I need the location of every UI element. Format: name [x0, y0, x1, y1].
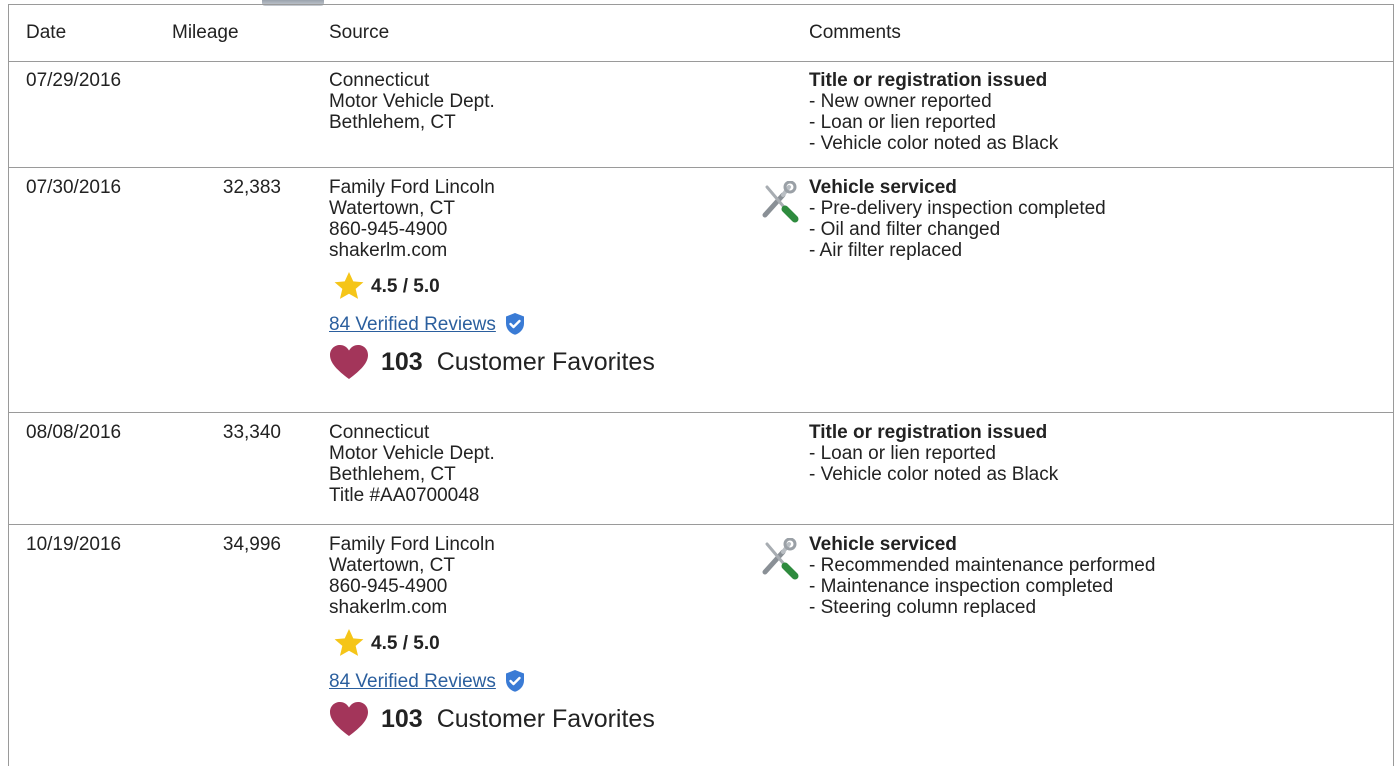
header-date: Date — [26, 22, 67, 43]
source-line: Family Ford Lincoln — [329, 534, 495, 555]
comment-line: - Vehicle color noted as Black — [809, 133, 1059, 154]
record-comments: Title or registration issued - Loan or l… — [809, 422, 1058, 485]
favorites-count: 103 — [381, 347, 423, 376]
rating-value: 4.5 / 5.0 — [371, 275, 440, 297]
source-line: Connecticut — [329, 70, 430, 91]
source-line: Family Ford Lincoln — [329, 177, 495, 198]
source-line: Bethlehem, CT — [329, 112, 456, 133]
favorites-label: Customer Favorites — [436, 704, 655, 733]
favorites-label: Customer Favorites — [436, 347, 655, 376]
comment-title: Vehicle serviced — [809, 177, 957, 198]
record-date: 07/30/2016 — [26, 177, 122, 198]
comment-line: - Oil and filter changed — [809, 219, 1001, 240]
record-source: Family Ford Lincoln Watertown, CT 860-94… — [329, 534, 655, 738]
record-date: 08/08/2016 — [26, 422, 122, 443]
record-date: 10/19/2016 — [26, 534, 122, 555]
table-row: 07/30/2016 32,383 Family Ford Lincoln Wa… — [9, 168, 1393, 413]
verified-reviews-link[interactable]: 84 Verified Reviews — [329, 671, 496, 692]
source-line: Watertown, CT — [329, 555, 455, 576]
table-row: 10/19/2016 34,996 Family Ford Lincoln Wa… — [9, 525, 1393, 767]
vehicle-history-table: Date Mileage Source Comments 07/29/2016 … — [8, 4, 1394, 766]
verified-reviews-link[interactable]: 84 Verified Reviews — [329, 314, 496, 335]
source-line: 860-945-4900 — [329, 576, 448, 597]
table-header: Date Mileage Source Comments — [9, 5, 1393, 62]
comment-line: - Pre-delivery inspection completed — [809, 198, 1106, 219]
comment-line: - New owner reported — [809, 91, 992, 112]
record-source: Connecticut Motor Vehicle Dept. Bethlehe… — [329, 70, 495, 133]
source-line: Motor Vehicle Dept. — [329, 91, 495, 112]
favorites-count: 103 — [381, 704, 423, 733]
record-mileage: 34,996 — [222, 534, 281, 555]
table-row: 08/08/2016 33,340 Connecticut Motor Vehi… — [9, 413, 1393, 525]
header-comments: Comments — [809, 22, 901, 43]
comment-line: - Loan or lien reported — [809, 443, 996, 464]
record-mileage: 32,383 — [222, 177, 281, 198]
dealer-rating: 4.5 / 5.0 — [329, 269, 655, 303]
comment-line: - Air filter replaced — [809, 240, 963, 261]
table-row: 07/29/2016 Connecticut Motor Vehicle Dep… — [9, 61, 1393, 168]
comment-line: - Vehicle color noted as Black — [809, 464, 1059, 485]
source-line: shakerlm.com — [329, 597, 448, 618]
wrench-screwdriver-icon — [762, 181, 799, 223]
reviews-row: 84 Verified Reviews — [329, 311, 655, 337]
comment-line: - Steering column replaced — [809, 597, 1037, 618]
customer-favorites: 103 Customer Favorites — [329, 343, 655, 381]
source-line: 860-945-4900 — [329, 219, 448, 240]
verified-shield-icon — [505, 670, 524, 692]
heart-icon — [330, 702, 368, 736]
dealer-rating: 4.5 / 5.0 — [329, 626, 655, 660]
record-comments: Vehicle serviced - Recommended maintenan… — [762, 534, 1156, 618]
source-line: Connecticut — [329, 422, 430, 443]
heart-icon — [330, 345, 368, 379]
source-line: Watertown, CT — [329, 198, 455, 219]
record-source: Family Ford Lincoln Watertown, CT 860-94… — [329, 177, 655, 381]
record-source: Connecticut Motor Vehicle Dept. Bethlehe… — [329, 422, 495, 506]
comment-line: - Maintenance inspection completed — [809, 576, 1114, 597]
star-icon — [334, 629, 364, 656]
comment-title: Title or registration issued — [809, 422, 1048, 443]
record-comments: Title or registration issued - New owner… — [809, 70, 1058, 154]
header-mileage: Mileage — [172, 22, 239, 43]
source-line: Motor Vehicle Dept. — [329, 443, 495, 464]
comment-line: - Recommended maintenance performed — [809, 555, 1156, 576]
star-icon — [334, 272, 364, 299]
rating-value: 4.5 / 5.0 — [371, 632, 440, 654]
wrench-screwdriver-icon — [762, 538, 799, 580]
comment-title: Title or registration issued — [809, 70, 1048, 91]
record-comments: Vehicle serviced - Pre-delivery inspecti… — [762, 177, 1106, 261]
source-line: Bethlehem, CT — [329, 464, 456, 485]
record-date: 07/29/2016 — [26, 70, 122, 91]
verified-shield-icon — [505, 313, 524, 335]
source-line: shakerlm.com — [329, 240, 448, 261]
record-mileage: 33,340 — [222, 422, 281, 443]
comment-title: Vehicle serviced — [809, 534, 957, 555]
customer-favorites: 103 Customer Favorites — [329, 700, 655, 738]
source-line: Title #AA0700048 — [329, 485, 480, 506]
reviews-row: 84 Verified Reviews — [329, 668, 655, 694]
comment-line: - Loan or lien reported — [809, 112, 996, 133]
header-source: Source — [329, 22, 390, 43]
